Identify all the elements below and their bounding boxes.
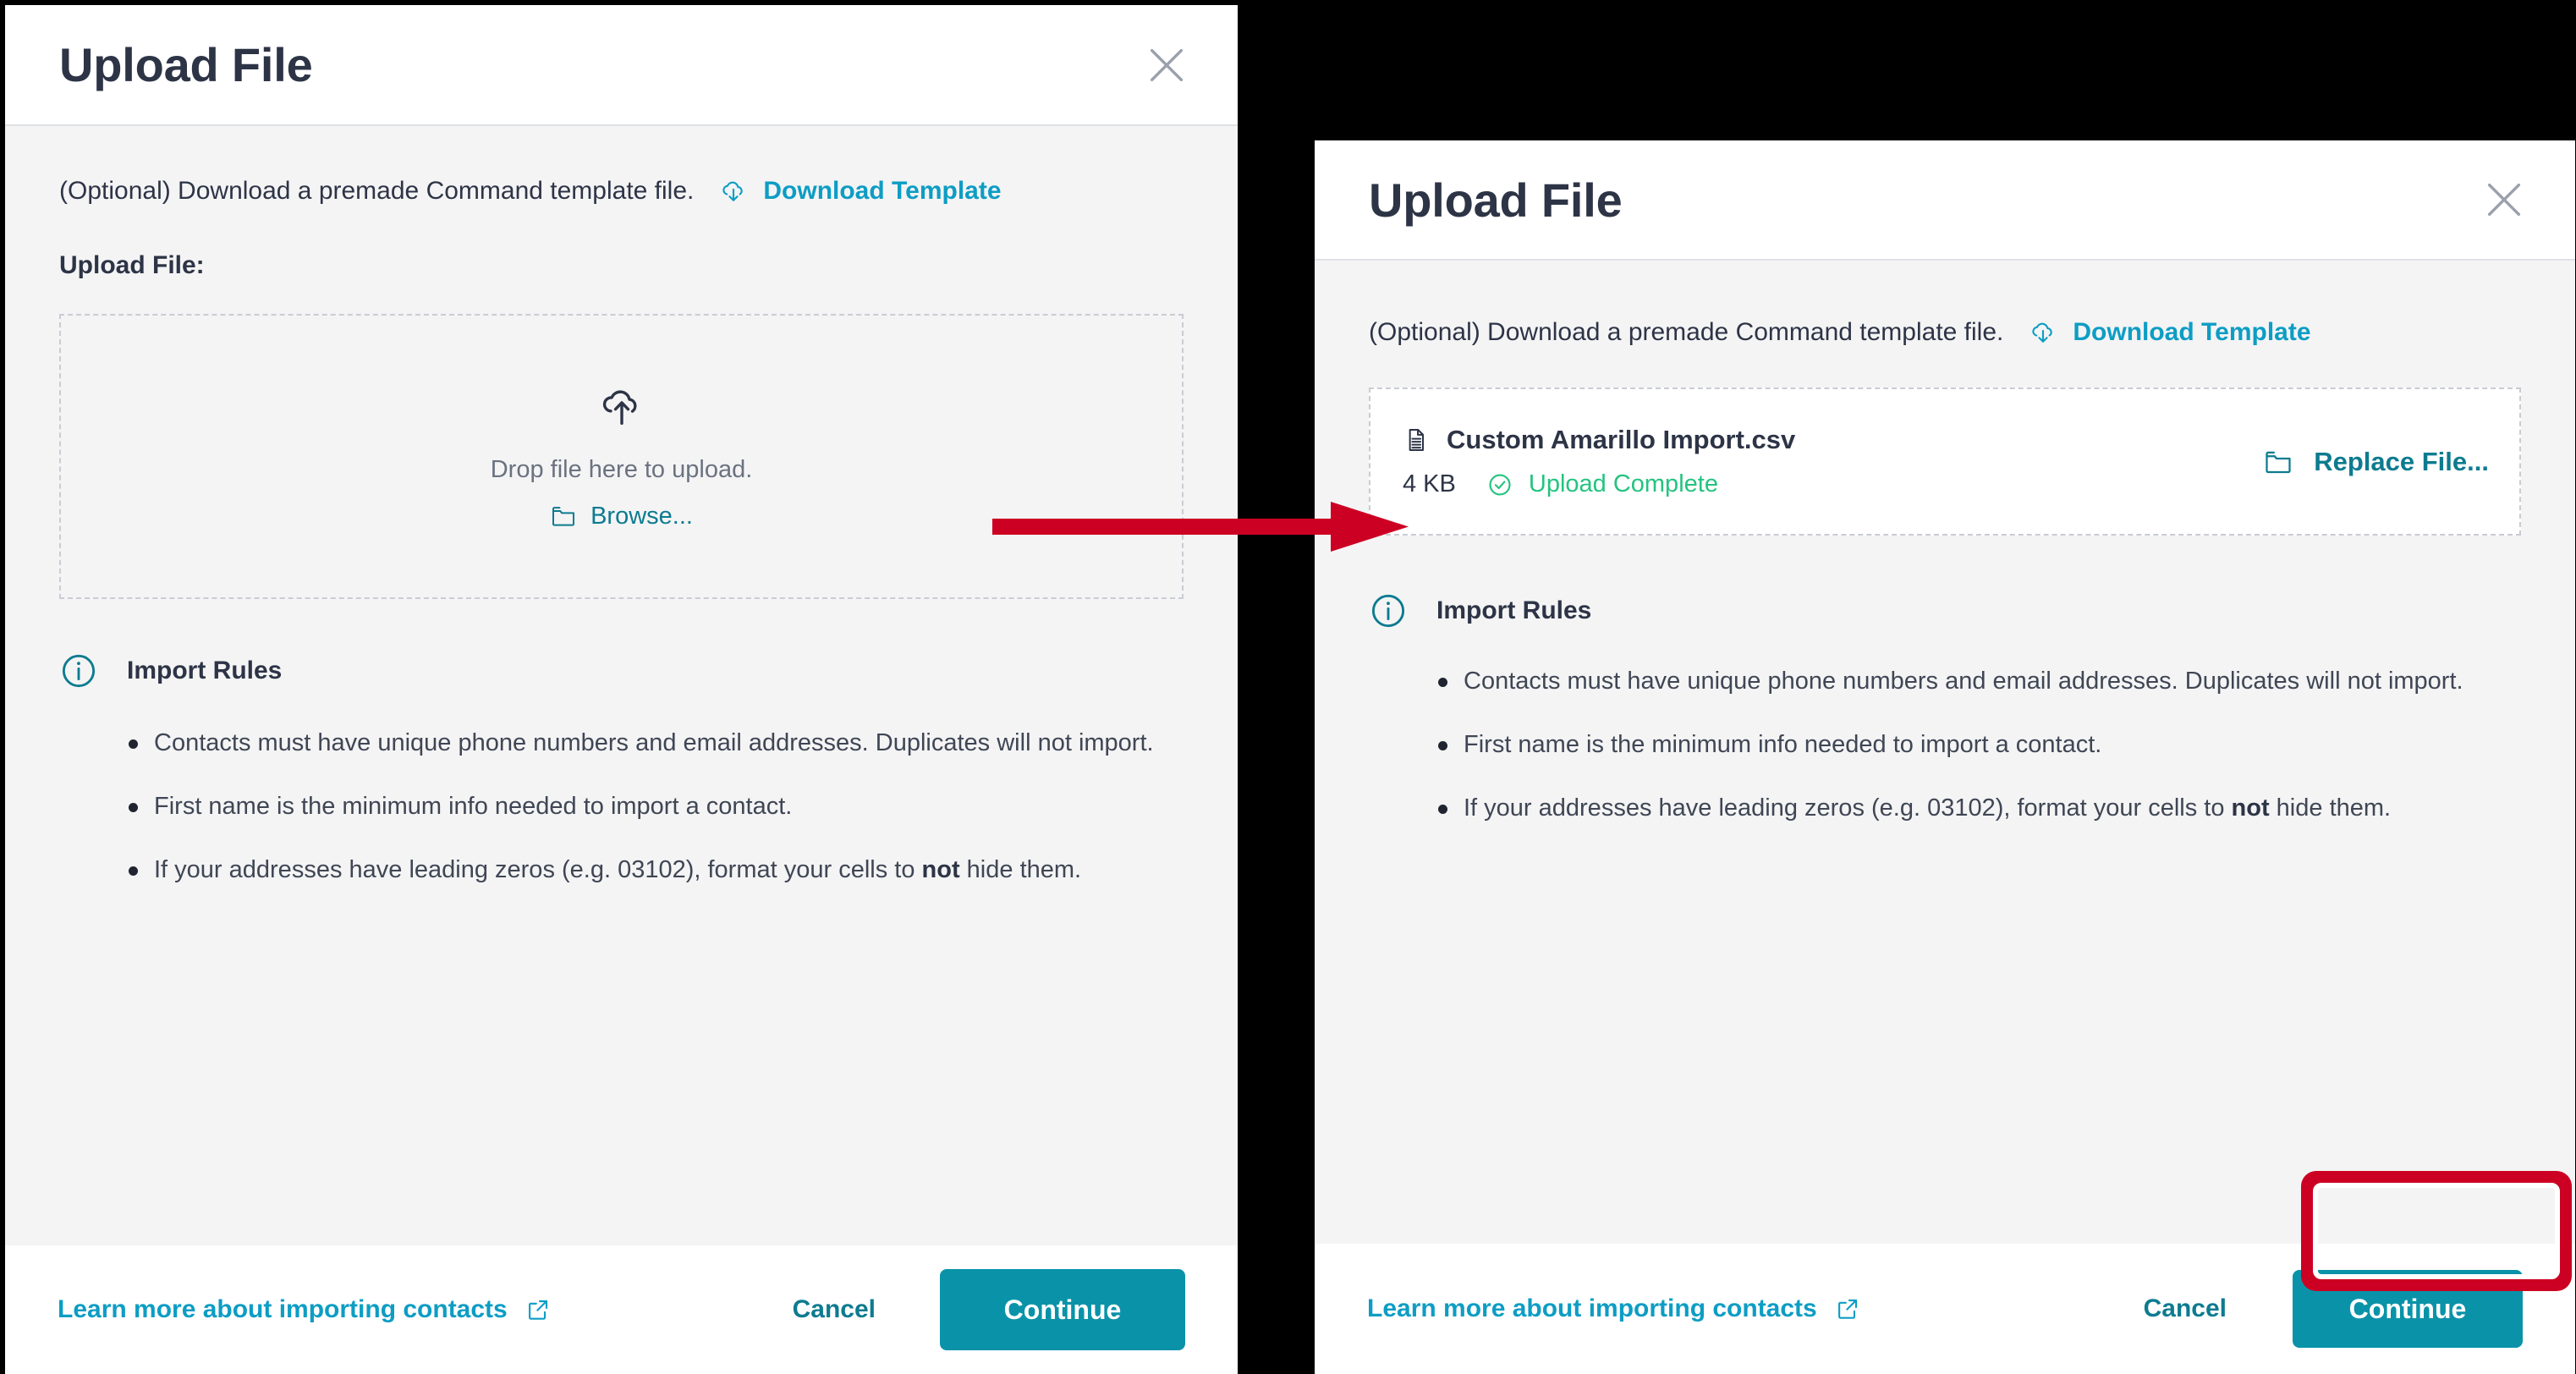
file-csv-icon xyxy=(1409,429,1424,451)
dropzone-instruction: Drop file here to upload. xyxy=(490,455,753,483)
continue-button[interactable]: Continue xyxy=(940,1269,1185,1350)
list-item: First name is the minimum info needed to… xyxy=(1438,723,2521,767)
cancel-button[interactable]: Cancel xyxy=(2144,1294,2227,1323)
replace-file-button[interactable]: Replace File... xyxy=(2263,447,2489,477)
list-item: If your addresses have leading zeros (e.… xyxy=(129,848,1184,893)
import-rules-header: Import Rules xyxy=(1369,591,2521,630)
template-row: (Optional) Download a premade Command te… xyxy=(1369,261,2521,379)
dialog-header: Upload File xyxy=(5,5,1238,126)
list-item: If your addresses have leading zeros (e.… xyxy=(1438,786,2521,831)
import-rules-title: Import Rules xyxy=(127,657,283,684)
dialog-body: (Optional) Download a premade Command te… xyxy=(5,126,1238,1245)
external-link-icon xyxy=(1837,1299,1857,1319)
file-meta-row: 4 KB Upload Complete xyxy=(1403,470,1795,498)
file-dropzone[interactable]: Drop file here to upload. Browse... xyxy=(59,314,1184,599)
browse-label: Browse... xyxy=(590,502,693,530)
list-item: Contacts must have unique phone numbers … xyxy=(129,721,1184,766)
browse-button[interactable]: Browse... xyxy=(550,503,693,530)
page-title: Upload File xyxy=(59,38,313,91)
file-size: 4 KB xyxy=(1403,470,1456,497)
info-circle-icon xyxy=(62,654,96,688)
list-item: Contacts must have unique phone numbers … xyxy=(1438,659,2521,704)
file-name-row: Custom Amarillo Import.csv xyxy=(1403,425,1795,455)
download-template-label: Download Template xyxy=(2073,318,2311,346)
file-info: Custom Amarillo Import.csv 4 KB Upload C… xyxy=(1403,425,1795,498)
learn-more-label: Learn more about importing contacts xyxy=(1367,1294,1817,1322)
upload-file-label: Upload File: xyxy=(59,251,205,279)
folder-icon xyxy=(2266,451,2291,473)
rule-text-tail: hide them. xyxy=(2269,794,2392,822)
cloud-upload-icon xyxy=(602,389,636,425)
upload-file-dialog-empty: Upload File (Optional) Download a premad… xyxy=(5,5,1238,1374)
import-rules-title: Import Rules xyxy=(1436,596,1592,624)
rule-text-tail: hide them. xyxy=(959,856,1082,883)
close-icon[interactable] xyxy=(1140,38,1194,92)
dialog-footer: Learn more about importing contacts Canc… xyxy=(5,1245,1238,1374)
external-link-icon xyxy=(528,1300,547,1320)
import-rules-header: Import Rules xyxy=(59,651,1184,690)
close-icon[interactable] xyxy=(2477,173,2531,227)
learn-more-link[interactable]: Learn more about importing contacts xyxy=(1367,1294,1861,1323)
check-circle-icon xyxy=(1489,473,1511,496)
learn-more-link[interactable]: Learn more about importing contacts xyxy=(58,1295,552,1324)
rule-text-lead: If your addresses have leading zeros (e.… xyxy=(1464,794,2232,822)
folder-icon xyxy=(552,507,575,526)
download-template-label: Download Template xyxy=(763,177,1002,205)
template-row: (Optional) Download a premade Command te… xyxy=(59,126,1184,245)
cloud-download-icon xyxy=(2032,322,2053,343)
cancel-button[interactable]: Cancel xyxy=(793,1295,876,1324)
dialog-footer: Learn more about importing contacts Canc… xyxy=(1315,1244,2575,1374)
rule-text-lead: If your addresses have leading zeros (e.… xyxy=(154,856,922,883)
upload-file-dialog-uploaded: Upload File (Optional) Download a premad… xyxy=(1315,140,2575,1374)
continue-button[interactable]: Continue xyxy=(2293,1270,2523,1348)
dialog-header: Upload File xyxy=(1315,140,2575,261)
rule-text-emphasis: not xyxy=(2231,794,2270,822)
import-rules-list: Contacts must have unique phone numbers … xyxy=(59,721,1184,893)
import-rules-list: Contacts must have unique phone numbers … xyxy=(1369,659,2521,831)
download-template-button[interactable]: Download Template xyxy=(719,177,1002,206)
uploaded-file-card: Custom Amarillo Import.csv 4 KB Upload C… xyxy=(1369,387,2521,536)
dialog-body: (Optional) Download a premade Command te… xyxy=(1315,261,2575,1244)
template-note: (Optional) Download a premade Command te… xyxy=(59,177,695,205)
learn-more-label: Learn more about importing contacts xyxy=(58,1295,508,1323)
rule-text-emphasis: not xyxy=(921,856,960,883)
cloud-download-icon xyxy=(722,181,744,201)
file-name: Custom Amarillo Import.csv xyxy=(1447,425,1796,454)
list-item: First name is the minimum info needed to… xyxy=(129,784,1184,829)
page-title: Upload File xyxy=(1369,173,1623,227)
info-circle-icon xyxy=(1371,594,1405,628)
screenshot-stage: Upload File (Optional) Download a premad… xyxy=(0,0,2576,1374)
replace-file-label: Replace File... xyxy=(2314,446,2489,476)
template-note: (Optional) Download a premade Command te… xyxy=(1369,318,2004,346)
upload-status: Upload Complete xyxy=(1528,470,1718,497)
download-template-button[interactable]: Download Template xyxy=(2029,318,2311,347)
